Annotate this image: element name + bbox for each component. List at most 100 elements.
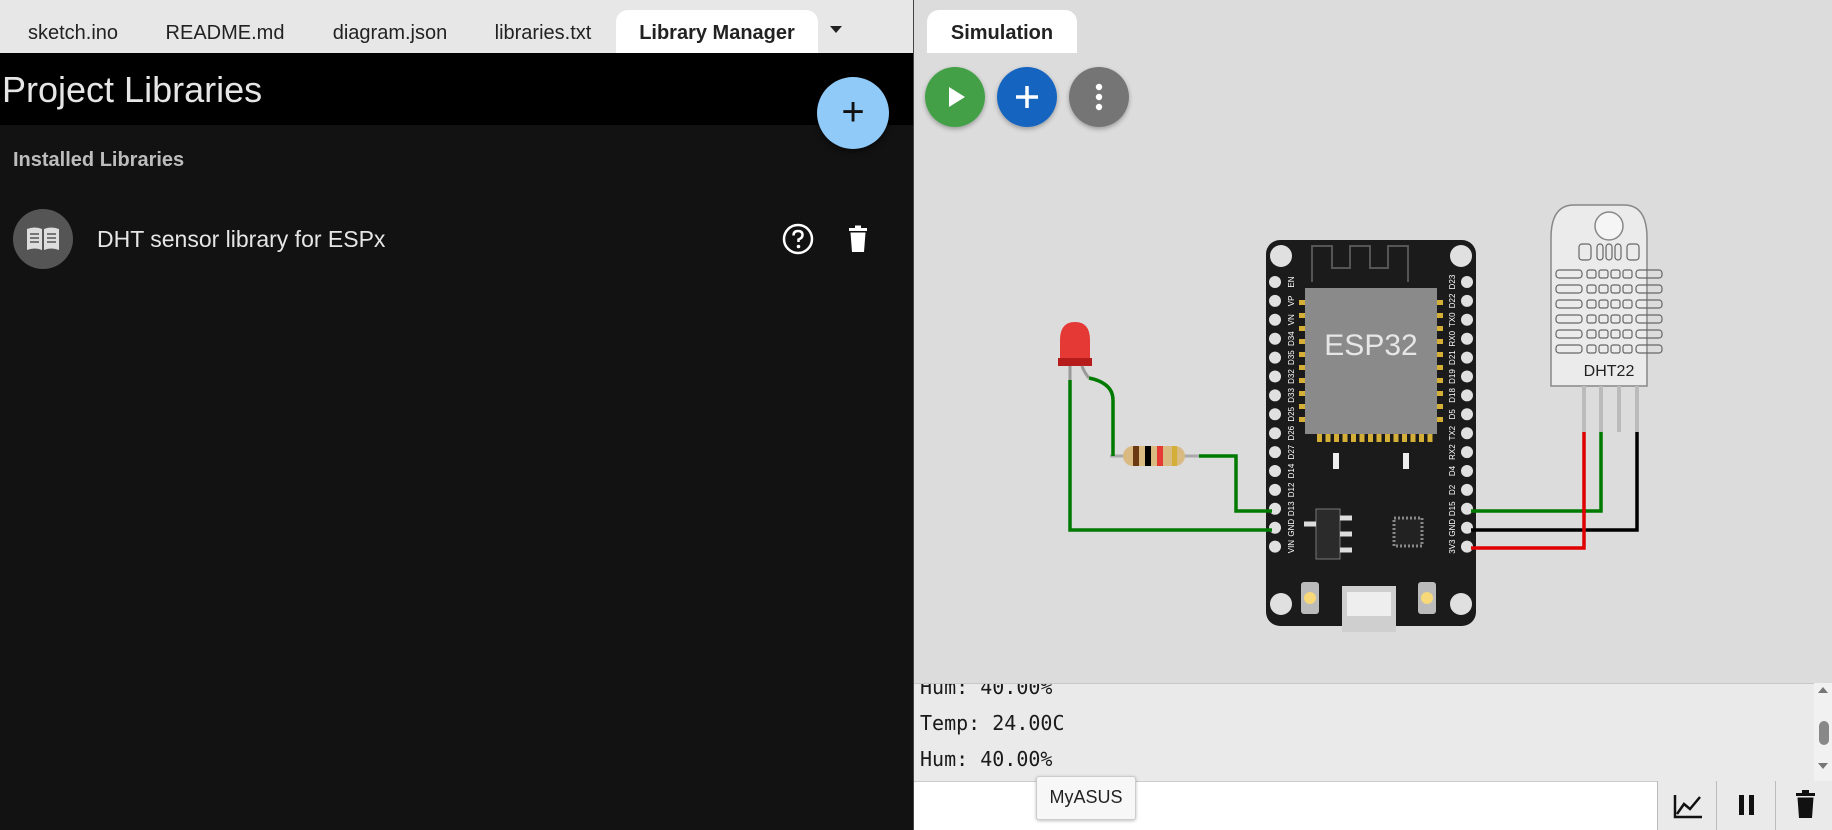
pin-label: D14 (1287, 463, 1296, 478)
pin-tx0[interactable] (1461, 313, 1473, 326)
pin-label: EN (1287, 276, 1296, 287)
tabs-dropdown-button[interactable] (822, 14, 850, 44)
module-pad (1419, 434, 1424, 442)
pin-d34[interactable] (1269, 332, 1281, 345)
add-library-button[interactable]: + (817, 77, 889, 149)
module-pad (1368, 434, 1373, 442)
plotter-button[interactable] (1657, 781, 1717, 830)
module-pad (1299, 313, 1306, 318)
serial-scrollbar[interactable] (1814, 683, 1832, 781)
pin-tx2[interactable] (1461, 427, 1473, 440)
chart-line-icon (1673, 795, 1702, 819)
pin-label: D2 (1448, 484, 1457, 495)
module-pad (1393, 434, 1399, 442)
pin-d23[interactable] (1461, 276, 1473, 288)
pin-d25[interactable] (1269, 408, 1281, 421)
usb-chip (1392, 516, 1424, 548)
serial-monitor-output: Hum: 40.00% Temp: 24.00C Hum: 40.00% (914, 683, 1832, 782)
pause-button[interactable] (1716, 781, 1776, 830)
pin-gnd[interactable] (1461, 521, 1473, 534)
module-pad (1385, 434, 1390, 442)
pin-gnd[interactable] (1269, 521, 1281, 534)
pin-vin[interactable] (1269, 540, 1281, 553)
wire-dht-data[interactable] (1471, 432, 1603, 513)
pin-label: D21 (1448, 350, 1457, 365)
pin-label: D32 (1287, 369, 1296, 384)
module-pad (1436, 326, 1443, 331)
module-pad (1299, 326, 1306, 331)
mounting-hole (1450, 245, 1472, 267)
tab-readme[interactable]: README.md (150, 10, 300, 53)
pin-d32[interactable] (1269, 370, 1281, 383)
module-pad (1436, 313, 1443, 318)
pin-d18[interactable] (1461, 389, 1473, 402)
wire-led-resistor[interactable] (1088, 376, 1115, 456)
serial-line: Hum: 40.00% (920, 683, 1053, 699)
pin-d22[interactable] (1461, 294, 1473, 307)
smd-component (1403, 453, 1409, 469)
pin-d4[interactable] (1461, 465, 1473, 477)
mounting-hole (1450, 593, 1472, 615)
wire-resistor-d13[interactable] (1199, 454, 1272, 513)
red-led[interactable] (1058, 322, 1092, 380)
tab-sketch-ino[interactable]: sketch.ino (8, 10, 138, 53)
module-pad (1436, 404, 1443, 409)
help-icon[interactable] (780, 221, 816, 257)
module-pad (1299, 339, 1306, 344)
wire-dht-gnd[interactable] (1471, 432, 1639, 532)
module-pad (1334, 434, 1339, 442)
pin-d14[interactable] (1269, 465, 1281, 477)
pin-d26[interactable] (1269, 427, 1281, 440)
pin-d2[interactable] (1461, 483, 1473, 496)
resistor[interactable] (1110, 446, 1199, 466)
pin-d13[interactable] (1269, 502, 1281, 515)
module-pad (1299, 417, 1306, 422)
pin-label: D33 (1287, 388, 1296, 403)
pin-d27[interactable] (1269, 446, 1281, 459)
pin-d33[interactable] (1269, 389, 1281, 402)
pin-d15[interactable] (1461, 502, 1473, 515)
pin-label: D13 (1287, 501, 1296, 516)
pin-d19[interactable] (1461, 370, 1473, 383)
circuit-canvas[interactable]: ESP32 EN VP VN D34 D35 D32 D33 D25 D26 D27 D14 D12 D… (914, 0, 1832, 683)
mounting-hole (1270, 593, 1292, 615)
boot-button-cap (1304, 592, 1316, 604)
tab-libraries-txt[interactable]: libraries.txt (478, 10, 608, 53)
pin-d5[interactable] (1461, 408, 1473, 421)
module-pad (1299, 391, 1306, 396)
pin-vp[interactable] (1269, 294, 1281, 307)
pin-label: TX0 (1448, 312, 1457, 327)
pin-d12[interactable] (1269, 483, 1281, 496)
pin-label: D4 (1448, 465, 1457, 476)
pin-label: GND (1448, 519, 1457, 537)
tab-library-manager[interactable]: Library Manager (616, 10, 818, 53)
module-pad (1342, 434, 1348, 442)
clear-button[interactable] (1775, 781, 1832, 830)
pin-vn[interactable] (1269, 313, 1281, 326)
library-list-item: DHT sensor library for ESPx (0, 200, 913, 278)
serial-line: Temp: 24.00C (920, 711, 1065, 735)
pin-en[interactable] (1269, 276, 1281, 288)
pin-label: D18 (1448, 388, 1457, 403)
pin-rx0[interactable] (1461, 332, 1473, 345)
voltage-regulator (1315, 508, 1341, 560)
library-name: DHT sensor library for ESPx (97, 226, 386, 252)
dht22-sensor[interactable]: DHT22 (1550, 204, 1663, 432)
book-icon (13, 209, 73, 269)
mounting-hole (1270, 245, 1292, 267)
pin-label: D12 (1287, 482, 1296, 497)
serial-line: Hum: 40.00% (920, 747, 1053, 771)
installed-libraries-heading: Installed Libraries (13, 149, 185, 171)
trash-icon[interactable] (840, 221, 876, 257)
serial-input[interactable] (914, 782, 1656, 829)
pin-label: D34 (1287, 331, 1296, 346)
tab-diagram-json[interactable]: diagram.json (318, 10, 462, 53)
page-title: Project Libraries (2, 69, 263, 110)
pin-d21[interactable] (1461, 351, 1473, 364)
module-pad (1436, 391, 1443, 396)
pin-rx2[interactable] (1461, 446, 1473, 459)
pin-d35[interactable] (1269, 351, 1281, 364)
module-pad (1299, 300, 1306, 305)
pin-label: VN (1287, 314, 1296, 325)
trash-icon (1796, 790, 1815, 818)
